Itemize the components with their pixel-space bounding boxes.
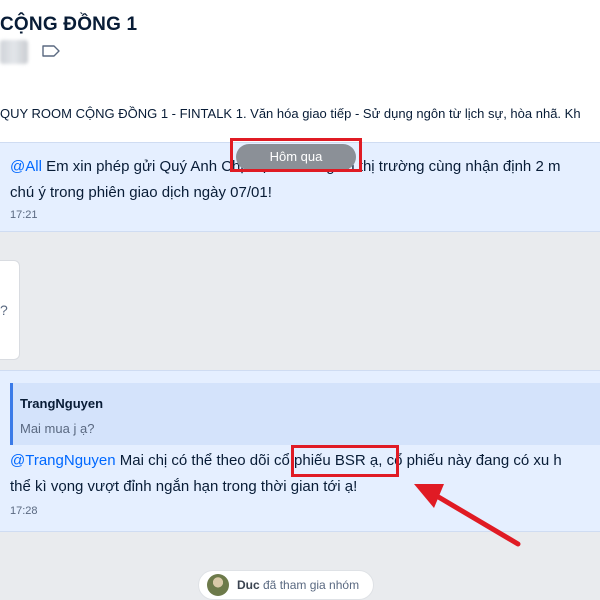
side-card-text: ? xyxy=(0,302,8,318)
highlight-box-date xyxy=(230,138,362,172)
avatar[interactable] xyxy=(207,574,229,596)
message-time: 17:28 xyxy=(10,505,38,517)
join-notice-text: Duc đã tham gia nhóm xyxy=(237,578,359,592)
mention-user[interactable]: @TrangNguyen xyxy=(10,452,116,469)
quote-text: Mai mua j ạ? xyxy=(20,421,95,436)
message-time: 17:21 xyxy=(10,209,38,221)
quoted-message[interactable] xyxy=(10,383,600,445)
message-line: thể kì vọng vượt đỉnh ngắn hạn trong thờ… xyxy=(10,478,358,495)
join-notice: Duc đã tham gia nhóm xyxy=(198,570,375,600)
message-line: chú ý trong phiên giao dịch ngày 07/01! xyxy=(10,184,272,201)
highlight-box-stock xyxy=(291,445,399,477)
chat-header: CỘNG ĐỒNG 1 xyxy=(0,0,600,75)
tag-icon[interactable] xyxy=(42,45,60,57)
member-avatars[interactable] xyxy=(0,40,28,64)
join-text: đã tham gia nhóm xyxy=(259,578,360,592)
quote-author: TrangNguyen xyxy=(20,396,104,411)
mention-all[interactable]: @All xyxy=(10,158,42,175)
pinned-message-text[interactable]: QUY ROOM CỘNG ĐỒNG 1 - FINTALK 1. Văn hó… xyxy=(0,106,581,121)
arrow-icon xyxy=(414,484,521,547)
group-title[interactable]: CỘNG ĐỒNG 1 xyxy=(0,14,137,36)
join-user-name[interactable]: Duc xyxy=(237,578,260,592)
message-text: Mai chị có thể theo dõi xyxy=(115,452,274,469)
